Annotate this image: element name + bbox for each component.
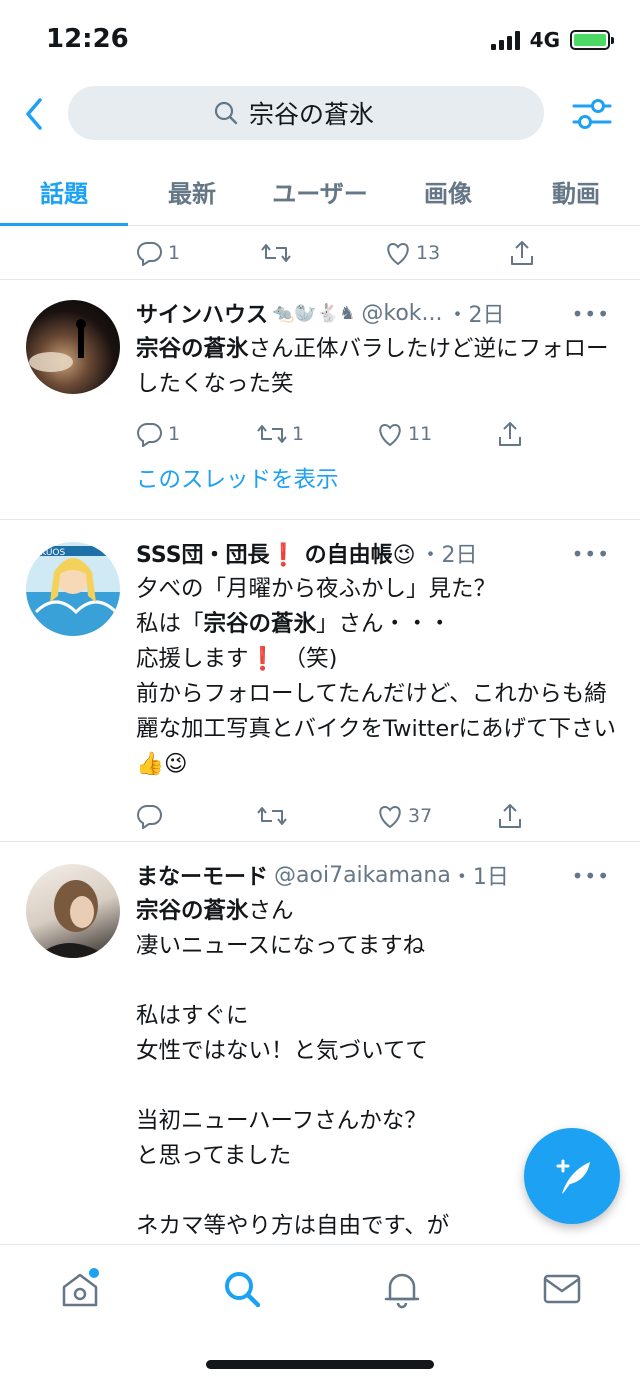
tab-people[interactable]: ユーザー <box>256 160 384 225</box>
like-button[interactable]: 11 <box>376 421 496 447</box>
compose-tweet-button[interactable] <box>524 1128 620 1224</box>
status-indicators: 4G <box>490 28 614 52</box>
tweet-time: ・2日 <box>419 543 478 568</box>
reply-icon <box>137 422 162 447</box>
status-time: 12:26 <box>46 24 129 54</box>
share-icon <box>499 422 521 446</box>
search-icon[interactable] <box>220 1267 264 1311</box>
home-icon[interactable] <box>58 1267 102 1311</box>
reply-count: 1 <box>168 423 181 445</box>
like-count: 13 <box>416 242 441 264</box>
share-button[interactable] <box>496 802 616 830</box>
back-arrow-icon[interactable] <box>20 94 50 134</box>
more-options-icon[interactable]: ••• <box>572 302 610 326</box>
reply-button[interactable]: 1 <box>136 240 260 266</box>
battery-icon <box>570 30 614 50</box>
home-indicator <box>206 1360 434 1369</box>
reply-icon <box>137 241 162 266</box>
search-field[interactable] <box>68 86 544 140</box>
retweet-count: 1 <box>292 423 305 445</box>
tab-photos[interactable]: 画像 <box>384 160 512 225</box>
notifications-bell-icon[interactable] <box>380 1267 424 1311</box>
avatar[interactable] <box>26 300 120 394</box>
tweet[interactable]: サインハウス 🐀🦭🐇♞ @kok... ・2日 ••• 宗谷の蒼氷さん正体バラし… <box>0 279 640 519</box>
compose-feather-icon <box>556 1159 590 1194</box>
partial-tweet-actions: 1 13 <box>0 227 640 279</box>
share-icon <box>499 804 521 828</box>
reply-icon <box>137 804 162 829</box>
retweet-icon <box>257 807 287 825</box>
search-header <box>0 84 640 144</box>
share-button[interactable] <box>508 239 632 267</box>
like-count: 11 <box>408 423 433 445</box>
reply-count: 1 <box>168 242 181 264</box>
retweet-icon <box>261 244 291 262</box>
status-bar: 12:26 4G <box>0 0 640 80</box>
network-type: 4G <box>529 28 560 52</box>
tweet-feed: 1 13 サインハウス 🐀🦭🐇♞ @kok... ・2日 ••• 宗谷の蒼氷さん… <box>0 227 640 1244</box>
user-handle: @kok... <box>361 300 443 326</box>
mention-text: 宗谷の蒼氷 <box>203 611 317 637</box>
reply-button[interactable] <box>136 803 256 829</box>
search-icon <box>214 101 238 125</box>
heart-icon <box>379 423 401 447</box>
avatar[interactable] <box>26 864 120 958</box>
retweet-button[interactable] <box>256 803 376 829</box>
tweet-text: 宗谷の蒼氷さん正体バラしたけど逆にフォローしたくなった笑 <box>136 336 609 397</box>
share-icon <box>511 241 533 265</box>
retweet-icon <box>257 425 287 443</box>
tab-top[interactable]: 話題 <box>0 160 128 226</box>
display-name[interactable]: サインハウス <box>136 297 268 329</box>
search-settings-icon[interactable] <box>570 94 614 134</box>
reply-button[interactable]: 1 <box>136 421 256 447</box>
like-count: 37 <box>408 805 433 827</box>
signal-icon <box>490 30 520 50</box>
like-button[interactable]: 37 <box>376 803 496 829</box>
share-button[interactable] <box>496 420 616 448</box>
tweet[interactable]: AKUOS SSS団・団長❗ の自由帳😉 ・2日 ••• 夕べの「月曜から夜ふか… <box>0 519 640 841</box>
messages-envelope-icon[interactable] <box>540 1267 584 1311</box>
tweet-actions: 1 1 11 <box>136 412 616 456</box>
tweet-time: ・2日 <box>446 303 505 328</box>
heart-icon <box>387 242 409 266</box>
search-input[interactable] <box>249 98 399 128</box>
name-emoji: 🐀🦭🐇♞ <box>272 302 356 324</box>
tweet-text: 夕べの「月曜から夜ふかし」見た？ 私は「宗谷の蒼氷」さん・・・ 応援します❗ （… <box>136 576 616 777</box>
display-name[interactable]: まなーモード <box>136 859 268 891</box>
user-handle: @aoi7aikamana <box>274 862 451 888</box>
more-options-icon[interactable]: ••• <box>572 864 610 888</box>
more-options-icon[interactable]: ••• <box>572 542 610 566</box>
retweet-button[interactable] <box>260 240 384 266</box>
show-thread-link[interactable]: このスレッドを表示 <box>136 462 616 494</box>
search-tabs: 話題 最新 ユーザー 画像 動画 <box>0 160 640 226</box>
retweet-button[interactable]: 1 <box>256 421 376 447</box>
mention-text: 宗谷の蒼氷 <box>136 898 249 924</box>
avatar[interactable]: AKUOS <box>26 542 120 636</box>
mention-text: 宗谷の蒼氷 <box>136 336 249 362</box>
heart-icon <box>379 805 401 829</box>
svg-text:AKUOS: AKUOS <box>34 548 65 558</box>
tweet-time: ・1日 <box>450 865 509 890</box>
like-button[interactable]: 13 <box>384 240 508 266</box>
tab-videos[interactable]: 動画 <box>512 160 640 225</box>
tab-latest[interactable]: 最新 <box>128 160 256 225</box>
tweet-actions: 37 <box>136 794 616 838</box>
display-name[interactable]: SSS団・団長❗ の自由帳😉 <box>136 537 416 569</box>
